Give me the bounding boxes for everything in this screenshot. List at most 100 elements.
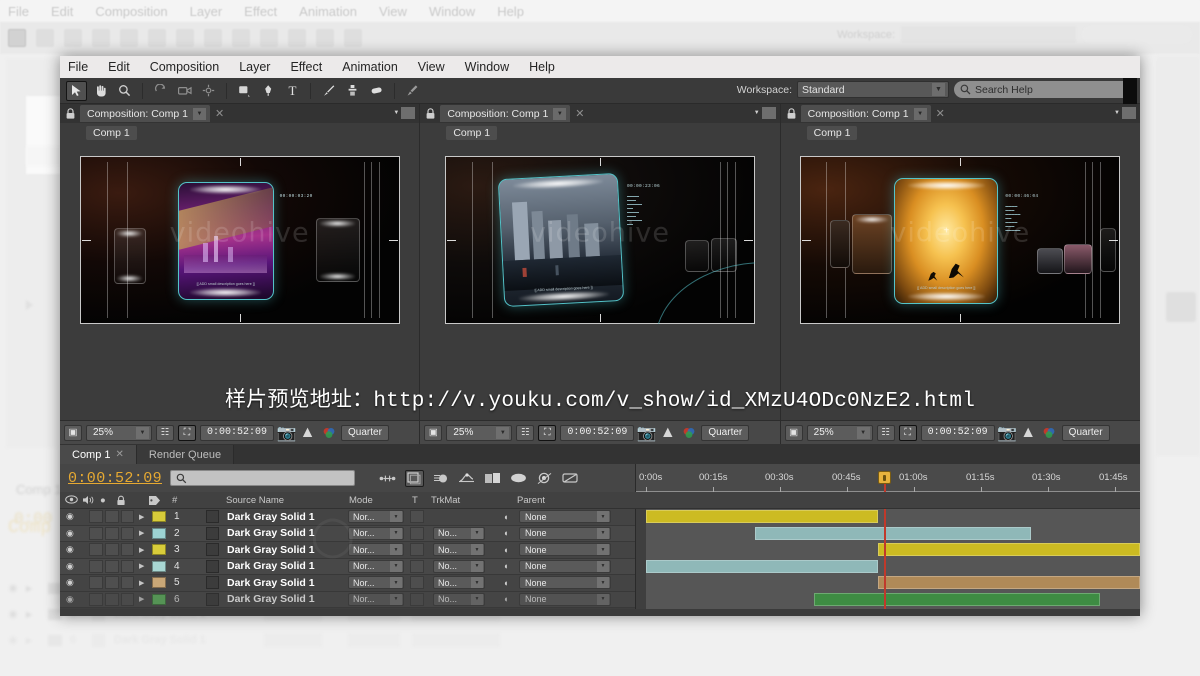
parent-pickwhip-icon[interactable]: ◖ [503,545,508,555]
selection-tool-icon[interactable] [66,80,87,101]
brainstorm-icon[interactable] [484,472,501,485]
channel-icon[interactable] [680,425,697,440]
disclosure-triangle-icon[interactable]: ▶ [139,579,144,587]
solo-toggle[interactable] [105,559,119,573]
eye-icon[interactable]: ◉ [66,561,74,572]
snapshot-icon[interactable]: 📷 [637,425,657,442]
audio-toggle[interactable] [89,559,103,573]
solo-toggle[interactable] [105,543,119,557]
tab-composition-comp1[interactable]: Composition: Comp 1 ▼ [80,105,210,122]
lock-toggle[interactable] [121,592,134,606]
zoom-select-1[interactable]: 25% ▼ [86,424,152,441]
chevron-down-icon[interactable]: ▼ [913,107,927,120]
draft-3d-icon[interactable] [405,469,425,487]
viewer-timecode-1[interactable]: 0:00:52:09 [200,424,275,441]
menu-item-edit[interactable]: Edit [108,60,130,74]
track-matte-select[interactable]: No... ▼ [433,559,485,573]
hand-tool-icon[interactable] [90,81,111,101]
shy-checkbox[interactable] [206,592,219,606]
show-snapshot-icon[interactable]: ▲ [659,424,676,441]
reset-exposure-icon[interactable] [562,472,579,484]
blend-mode-select[interactable]: Nor... ▼ [348,526,404,540]
resolution-select-2[interactable]: Quarter [701,424,750,441]
preserve-transparency-toggle[interactable] [410,559,424,573]
parent-select[interactable]: None ▼ [519,510,611,524]
show-snapshot-icon[interactable]: ▲ [1020,424,1037,441]
breadcrumb-comp1[interactable]: Comp 1 [446,125,498,140]
show-snapshot-icon[interactable]: ▲ [299,424,316,441]
disclosure-triangle-icon[interactable]: ▶ [139,529,144,537]
eye-icon[interactable]: ◉ [66,528,74,539]
solo-toggle[interactable] [105,526,119,540]
disclosure-triangle-icon[interactable]: ▶ [139,513,144,521]
layer-source-name[interactable]: Dark Gray Solid 1 [227,544,315,556]
lock-toggle[interactable] [121,510,134,524]
breadcrumb-comp1[interactable]: Comp 1 [86,125,137,140]
lock-toggle[interactable] [121,576,134,590]
solo-toggle[interactable] [105,510,119,524]
zoom-select-2[interactable]: 25% ▼ [446,424,513,441]
tab-comp1[interactable]: Comp 1 ✕ [60,445,137,464]
menu-item-effect[interactable]: Effect [290,60,322,74]
solo-toggle[interactable] [105,592,119,606]
blend-mode-select[interactable]: Nor... ▼ [348,559,404,573]
label-color-swatch[interactable] [152,577,166,589]
exposure-icon[interactable] [536,472,553,485]
parent-pickwhip-icon[interactable]: ◖ [503,528,508,538]
transparency-grid-icon[interactable] [510,472,527,484]
preserve-transparency-toggle[interactable] [410,526,424,540]
timeline-ruler[interactable]: 0:00s 00:15s 00:30s 00:45s 01:00s 01:15s… [635,464,1140,492]
snapshot-icon[interactable]: 📷 [997,425,1017,442]
lock-icon[interactable] [424,107,437,120]
track-matte-select[interactable]: No... ▼ [433,592,485,606]
parent-select[interactable]: None ▼ [519,592,611,606]
shy-checkbox[interactable] [206,526,219,540]
menu-item-animation[interactable]: Animation [342,60,398,74]
current-time-display[interactable]: 0:00:52:09 [68,470,162,487]
shy-checkbox[interactable] [206,576,219,590]
blend-mode-select[interactable]: Nor... ▼ [348,510,404,524]
preserve-transparency-toggle[interactable] [410,543,424,557]
menu-item-window[interactable]: Window [465,60,509,74]
preserve-transparency-toggle[interactable] [410,576,424,590]
tab-composition-comp1[interactable]: Composition: Comp 1 ▼ [800,105,931,122]
rotation-tool-icon[interactable] [150,81,171,101]
preserve-transparency-toggle[interactable] [410,592,424,606]
layer-search-input[interactable] [170,470,356,486]
viewer-stage-3[interactable]: + [[ ADD small description goes here ]] … [780,142,1140,420]
audio-toggle[interactable] [89,526,103,540]
chevron-down-icon[interactable]: ▼ [553,107,567,120]
preserve-transparency-toggle[interactable] [410,510,424,524]
label-color-swatch[interactable] [152,560,166,572]
motion-blur-icon[interactable] [433,472,449,484]
panel-menu[interactable]: ▼ [393,107,416,119]
layer-source-name[interactable]: Dark Gray Solid 1 [227,527,315,539]
menu-item-layer[interactable]: Layer [239,60,270,74]
shy-checkbox[interactable] [206,543,219,557]
menu-item-help[interactable]: Help [529,60,555,74]
menu-item-view[interactable]: View [418,60,445,74]
disclosure-triangle-icon[interactable]: ▶ [139,562,144,570]
tab-render-queue[interactable]: Render Queue [136,445,235,464]
viewer-stage-1[interactable]: [[ ADD small description goes here ]] 00… [60,142,420,420]
parent-pickwhip-icon[interactable]: ◖ [503,578,508,588]
lock-icon[interactable] [64,107,77,120]
lock-toggle[interactable] [121,559,134,573]
close-icon[interactable]: ✕ [575,107,584,120]
region-of-interest-icon[interactable]: ⛶ [898,424,917,441]
always-preview-icon[interactable]: ▣ [424,424,443,441]
workspace-select[interactable]: Standard ▼ [797,81,949,98]
layer-source-name[interactable]: Dark Gray Solid 1 [227,577,315,589]
label-color-swatch[interactable] [152,544,166,556]
grid-guides-icon[interactable]: ☷ [516,424,535,441]
graph-editor-icon[interactable] [458,472,475,484]
eye-icon[interactable]: ◉ [66,594,74,605]
breadcrumb-comp1[interactable]: Comp 1 [806,125,858,140]
region-of-interest-icon[interactable]: ⛶ [538,424,557,441]
eye-icon[interactable]: ◉ [66,511,74,522]
shy-checkbox[interactable] [206,510,219,524]
zoom-tool-icon[interactable] [114,81,135,101]
always-preview-icon[interactable]: ▣ [64,424,82,441]
parent-pickwhip-icon[interactable]: ◖ [503,594,508,604]
grid-guides-icon[interactable]: ☷ [156,424,174,441]
